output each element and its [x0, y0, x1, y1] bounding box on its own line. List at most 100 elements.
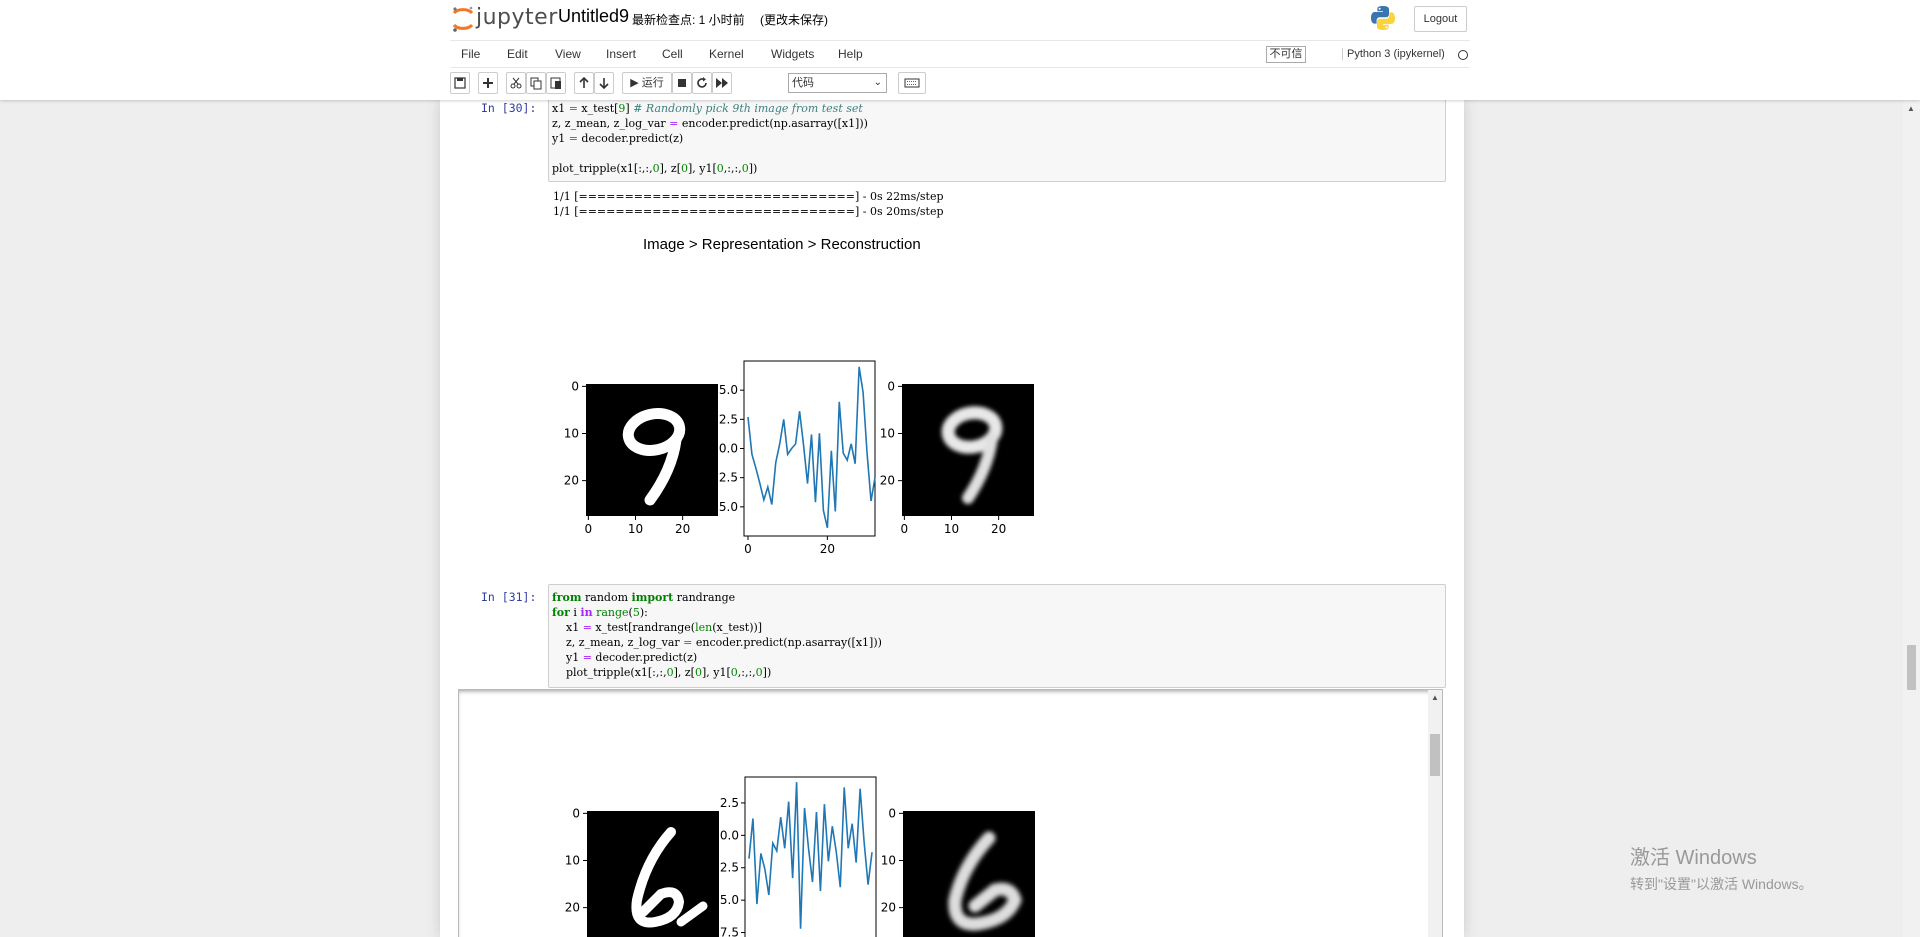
y-tick-label: 2.5	[720, 861, 739, 875]
brand-bar: jupyter Untitled9 最新检查点: 1 小时前 (更改未保存) L…	[450, 0, 1470, 38]
code-line: from random import randrange	[552, 591, 736, 604]
not-trusted-indicator[interactable]: 不可信	[1266, 46, 1306, 63]
logout-button[interactable]: Logout	[1414, 6, 1467, 32]
cell-30-prompt: In [30]:	[481, 101, 537, 115]
y-tick-label: 20	[880, 474, 895, 488]
x-tick-label: 20	[820, 542, 835, 556]
y-tick-label: 2.5	[719, 471, 738, 485]
figure-title: Image > Representation > Reconstruction	[643, 236, 921, 253]
restart-icon	[697, 77, 707, 88]
save-button[interactable]	[450, 72, 470, 94]
y-tick-label: 2.5	[720, 796, 739, 810]
y-tick-label: 5.0	[719, 500, 738, 514]
keyboard-icon	[904, 78, 920, 88]
plus-icon	[483, 78, 493, 88]
checkpoint-status: 最新检查点: 1 小时前	[632, 13, 745, 27]
cell-type-value: 代码	[792, 77, 814, 89]
menu-view[interactable]: View	[555, 47, 581, 61]
cell-30-input[interactable]: x1 = x_test[9] # Randomly pick 9th image…	[548, 100, 1446, 182]
watermark-subtitle: 转到"设置"以激活 Windows。	[1630, 876, 1813, 892]
notebook-name[interactable]: Untitled9	[558, 6, 629, 27]
output-scroll-thumb[interactable]	[1430, 734, 1440, 776]
cell-31-figure: 0010102020 2.50.02.55.07.5 0010102020	[565, 776, 1035, 937]
menu-edit[interactable]: Edit	[507, 47, 528, 61]
code-line: plot_tripple(x1[:,:,0], z[0], y1[0,:,:,0…	[552, 162, 758, 175]
output-line: 1/1 [==============================] - 0…	[553, 205, 944, 218]
chevron-down-icon: ⌄	[873, 77, 882, 88]
output-scrollbar[interactable]: ▲	[1428, 690, 1442, 937]
notebook-container: In [30]: x1 = x_test[9] # Randomly pick …	[440, 100, 1464, 937]
y-tick-label: 5.0	[719, 383, 738, 397]
x-tick-label: 0	[901, 522, 909, 536]
restart-button[interactable]	[692, 72, 712, 94]
restart-run-all-button[interactable]	[712, 72, 732, 94]
move-down-button[interactable]	[594, 72, 614, 94]
paste-icon	[550, 77, 561, 89]
kernel-idle-indicator	[1458, 50, 1468, 60]
menu-file[interactable]: File	[461, 47, 480, 61]
y-tick-label: 10	[881, 854, 896, 868]
original-image-panel: 0010102020	[565, 806, 719, 937]
code-line: y1 = decoder.predict(z)	[552, 132, 684, 145]
stop-icon	[678, 79, 686, 87]
cell-31-input[interactable]: from random import randrange for i in ra…	[548, 584, 1446, 688]
cell-31-scrolled-output[interactable]: 0010102020 2.50.02.55.07.5 0010102020 ▲	[458, 689, 1443, 937]
menu-insert[interactable]: Insert	[606, 47, 636, 61]
toolbar: ▶ 运行 代码 ⌄	[450, 72, 1470, 96]
menu-widgets[interactable]: Widgets	[771, 47, 814, 61]
y-tick-label: 0.0	[720, 828, 739, 842]
menu-help[interactable]: Help	[838, 47, 863, 61]
page-scrollbar[interactable]: ▲	[1903, 100, 1920, 937]
copy-button[interactable]	[526, 72, 546, 94]
arrow-down-icon	[599, 78, 609, 90]
autosave-status: (更改未保存)	[760, 13, 828, 27]
code-line: x1 = x_test[9] # Randomly pick 9th image…	[552, 102, 863, 115]
output-line: 1/1 [==============================] - 0…	[553, 190, 944, 203]
representation-panel: 2.5 0.0 2.5 5.0 7.5	[720, 776, 877, 937]
y-tick-label: 2.5	[719, 412, 738, 426]
copy-icon	[530, 77, 542, 90]
y-tick-label: 0	[572, 806, 580, 820]
cut-icon	[510, 77, 522, 89]
x-tick-label: 10	[944, 522, 959, 536]
code-line: for i in range(5):	[552, 606, 648, 619]
move-up-button[interactable]	[574, 72, 594, 94]
y-tick-label: 20	[565, 901, 580, 915]
cut-button[interactable]	[506, 72, 526, 94]
jupyter-logo[interactable]: jupyter	[450, 3, 560, 35]
page-scroll-thumb[interactable]	[1907, 645, 1916, 690]
y-tick-label: 7.5	[720, 926, 739, 937]
menu-kernel[interactable]: Kernel	[709, 47, 744, 61]
kernel-name: Python 3 (ipykernel)	[1342, 48, 1445, 60]
menu-cell[interactable]: Cell	[662, 47, 683, 61]
y-tick-label: 20	[564, 474, 579, 488]
menu-bar: File Edit View Insert Cell Kernel Widget…	[450, 40, 1470, 68]
cell-type-select[interactable]: 代码 ⌄	[788, 73, 887, 93]
paste-button[interactable]	[546, 72, 566, 94]
python-logo-icon	[1371, 6, 1395, 30]
insert-cell-button[interactable]	[478, 72, 498, 94]
reconstruction-image-panel: 0010102020	[880, 379, 1034, 536]
notebook-header: jupyter Untitled9 最新检查点: 1 小时前 (更改未保存) L…	[0, 0, 1920, 100]
watermark-title: 激活 Windows	[1630, 847, 1757, 869]
scroll-up-arrow-icon[interactable]: ▲	[1907, 104, 1915, 113]
reconstruction-image-panel: 0010102020	[881, 806, 1035, 937]
run-button[interactable]: ▶ 运行	[622, 72, 672, 94]
scroll-up-arrow-icon[interactable]: ▲	[1431, 693, 1439, 702]
y-tick-label: 10	[564, 427, 579, 441]
code-line: x1 = x_test[randrange(len(x_test))]	[552, 621, 763, 634]
x-tick-label: 20	[675, 522, 690, 536]
interrupt-button[interactable]	[672, 72, 692, 94]
code-line: y1 = decoder.predict(z)	[552, 651, 698, 664]
code-line: plot_tripple(x1[:,:,0], z[0], y1[0,:,:,0…	[552, 666, 772, 679]
x-tick-label: 20	[991, 522, 1006, 536]
y-tick-label: 0	[888, 806, 896, 820]
arrow-up-icon	[579, 76, 589, 88]
jupyter-logo-icon	[452, 6, 474, 32]
y-tick-label: 20	[881, 901, 896, 915]
y-tick-label: 0	[887, 379, 895, 393]
y-tick-label: 5.0	[720, 893, 739, 907]
command-palette-button[interactable]	[898, 72, 926, 94]
y-tick-label: 10	[565, 854, 580, 868]
cell-31-prompt: In [31]:	[481, 590, 537, 604]
